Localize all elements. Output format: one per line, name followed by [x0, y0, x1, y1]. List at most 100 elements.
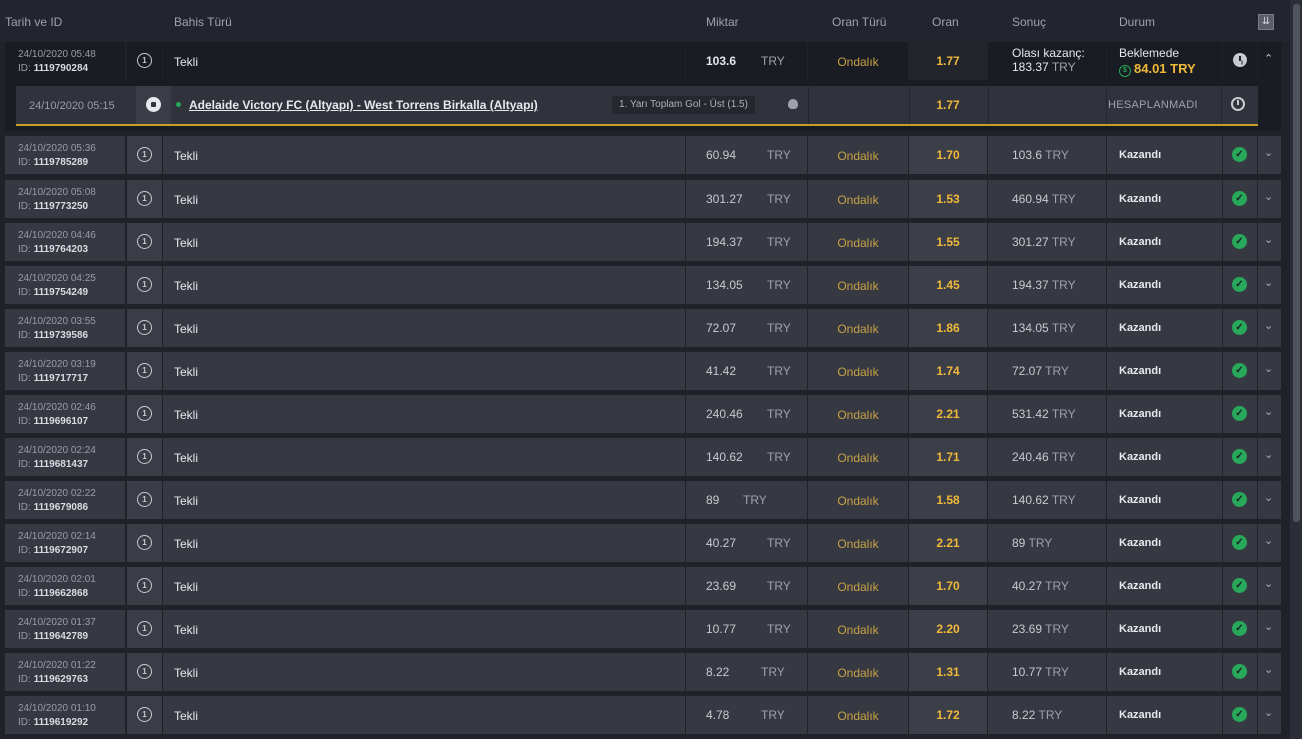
bet-date: 24/10/2020 02:24: [18, 445, 96, 456]
expand-cell[interactable]: ⌄: [1258, 567, 1281, 605]
table-row[interactable]: 24/10/2020 02:14 ID: 1119672907 1 Tekli 40.2…: [5, 524, 1281, 562]
table-row[interactable]: 24/10/2020 02:24 ID: 1119681437 1 Tekli 140.…: [5, 438, 1281, 476]
chevron-down-icon[interactable]: ⌄: [1264, 663, 1273, 676]
odds-type-cell: Ondalık: [808, 309, 908, 347]
expand-cell[interactable]: ⌄: [1258, 653, 1281, 691]
chevron-down-icon[interactable]: ⌄: [1264, 405, 1273, 418]
expand-cell[interactable]: ⌄: [1258, 524, 1281, 562]
bet-currency: TRY: [767, 450, 791, 464]
bet-amount: 140.62: [706, 450, 743, 464]
date-cell: 24/10/2020 02:01 ID: 1119662868: [5, 567, 125, 605]
date-cell: 24/10/2020 02:22 ID: 1119679086: [5, 481, 125, 519]
chevron-down-icon[interactable]: ⌄: [1264, 319, 1273, 332]
chevron-down-icon[interactable]: ⌄: [1264, 577, 1273, 590]
result-cell: 460.94 TRY: [988, 180, 1106, 218]
chevron-down-icon[interactable]: ⌄: [1264, 491, 1273, 504]
status-cell: Kazandı: [1107, 481, 1222, 519]
table-row[interactable]: 24/10/2020 01:10 ID: 1119619292 1 Tekli 4.78…: [5, 696, 1281, 734]
amount-cell: 134.05 TRY: [686, 266, 807, 304]
bet-status: Kazandı: [1119, 149, 1162, 161]
bet-date: 24/10/2020 03:19: [18, 359, 96, 370]
table-row[interactable]: 24/10/2020 02:01 ID: 1119662868 1 Tekli 23.6…: [5, 567, 1281, 605]
date-cell: 24/10/2020 05:36 ID: 1119785289: [5, 136, 125, 174]
chevron-down-icon[interactable]: ⌄: [1264, 233, 1273, 246]
table-row[interactable]: 24/10/2020 02:22 ID: 1119679086 1 Tekli 89 TR…: [5, 481, 1281, 519]
table-row[interactable]: 24/10/2020 03:55 ID: 1119739586 1 Tekli 72.0…: [5, 309, 1281, 347]
type-cell: Tekli: [163, 42, 685, 80]
collapse-cell[interactable]: ⌃: [1258, 42, 1281, 80]
divider: [988, 86, 989, 124]
chevron-down-icon[interactable]: ⌄: [1264, 706, 1273, 719]
soccer-ball-icon: [146, 97, 161, 112]
odds-type-cell: Ondalık: [808, 266, 908, 304]
result-cell: 194.37 TRY: [988, 266, 1106, 304]
table-row[interactable]: 24/10/2020 01:37 ID: 1119642789 1 Tekli 10.7…: [5, 610, 1281, 648]
bet-currency: TRY: [767, 148, 791, 162]
table-row-open[interactable]: 24/10/2020 05:48 ID: 1119790284 1 Tekli …: [5, 42, 1281, 80]
table-row[interactable]: 24/10/2020 03:19 ID: 1119717717 1 Tekli 41.4…: [5, 352, 1281, 390]
expand-cell[interactable]: ⌄: [1258, 610, 1281, 648]
odds-cell: 1.45: [909, 266, 987, 304]
stats-icon[interactable]: [788, 99, 798, 109]
expand-cell[interactable]: ⌄: [1258, 481, 1281, 519]
table-row[interactable]: 24/10/2020 02:46 ID: 1119696107 1 Tekli 240.…: [5, 395, 1281, 433]
odds-cell: 1.53: [909, 180, 987, 218]
status-icon-cell: ✓: [1223, 223, 1257, 261]
odds-cell: 2.20: [909, 610, 987, 648]
expand-cell[interactable]: ⌄: [1258, 223, 1281, 261]
bet-odds: 1.55: [936, 235, 960, 249]
bet-odds: 2.21: [936, 536, 960, 550]
expand-cell[interactable]: ⌄: [1258, 180, 1281, 218]
bet-currency: TRY: [767, 192, 791, 206]
amount-cell: 41.42 TRY: [686, 352, 807, 390]
scrollbar-thumb[interactable]: [1293, 4, 1300, 522]
table-row[interactable]: 24/10/2020 01:22 ID: 1119629763 1 Tekli 8.22…: [5, 653, 1281, 691]
potential-value: 183.37: [1012, 60, 1049, 74]
odds-type-cell: Ondalık: [808, 610, 908, 648]
chevron-down-icon[interactable]: ⌄: [1264, 146, 1273, 159]
dollar-coin-icon: $: [1119, 65, 1131, 77]
odds-type-cell: Ondalık: [808, 438, 908, 476]
vertical-scrollbar[interactable]: [1290, 0, 1302, 739]
col-date-id: Tarih ve ID: [5, 15, 63, 29]
chevron-down-icon[interactable]: ⌄: [1264, 620, 1273, 633]
bet-amount: 301.27: [706, 192, 743, 206]
status-icon-cell: ✓: [1223, 136, 1257, 174]
expand-cell[interactable]: ⌄: [1258, 309, 1281, 347]
double-chevron-down-icon[interactable]: ⇊: [1258, 14, 1274, 30]
expand-cell[interactable]: ⌄: [1258, 266, 1281, 304]
cashout-amount[interactable]: $84.01 TRY: [1119, 61, 1196, 77]
odds-cell: 1.86: [909, 309, 987, 347]
expand-cell[interactable]: ⌄: [1258, 395, 1281, 433]
expand-cell[interactable]: ⌄: [1258, 136, 1281, 174]
chevron-down-icon[interactable]: ⌄: [1264, 362, 1273, 375]
chevron-down-icon[interactable]: ⌄: [1264, 534, 1273, 547]
chevron-down-icon[interactable]: ⌄: [1264, 276, 1273, 289]
odds-cell: 1.31: [909, 653, 987, 691]
type-cell: Tekli: [163, 481, 685, 519]
odds-type: Ondalık: [837, 236, 879, 250]
expand-cell[interactable]: ⌄: [1258, 696, 1281, 734]
expand-cell[interactable]: ⌄: [1258, 438, 1281, 476]
bet-currency: TRY: [767, 364, 791, 378]
table-row[interactable]: 24/10/2020 05:08 ID: 1119773250 1 Tekli 301.…: [5, 180, 1281, 218]
type-cell: Tekli: [163, 180, 685, 218]
chevron-up-icon[interactable]: ⌃: [1264, 52, 1273, 65]
bet-status: Kazandı: [1119, 666, 1162, 678]
odds-type-cell: Ondalık: [808, 696, 908, 734]
table-row[interactable]: 24/10/2020 04:46 ID: 1119764203 1 Tekli 194.…: [5, 223, 1281, 261]
table-row[interactable]: 24/10/2020 04:25 ID: 1119754249 1 Tekli 134.…: [5, 266, 1281, 304]
bet-type: Tekli: [174, 55, 199, 69]
expand-cell[interactable]: ⌄: [1258, 352, 1281, 390]
odds-cell: 1.74: [909, 352, 987, 390]
chevron-down-icon[interactable]: ⌄: [1264, 190, 1273, 203]
odds-type: Ondalık: [837, 709, 879, 723]
chevron-down-icon[interactable]: ⌄: [1264, 448, 1273, 461]
table-row[interactable]: 24/10/2020 05:36 ID: 1119785289 1 Tekli 60.9…: [5, 136, 1281, 174]
match-link[interactable]: Adelaide Victory FC (Altyapı) - West Tor…: [189, 98, 538, 112]
bet-result: 8.22 TRY: [1012, 708, 1063, 722]
bet-result: 72.07 TRY: [1012, 364, 1069, 378]
status-icon-cell: ✓: [1223, 653, 1257, 691]
col-status: Durum: [1119, 15, 1156, 29]
bet-id: ID: 1119681437: [18, 459, 89, 470]
